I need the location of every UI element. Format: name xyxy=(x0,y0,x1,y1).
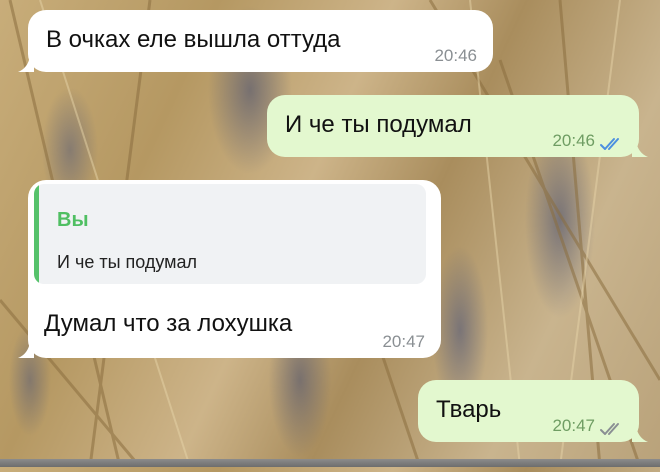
bubble-tail xyxy=(632,426,648,442)
message-text: В очках еле вышла оттуда xyxy=(46,26,341,53)
outgoing-message[interactable]: Тварь 20:47 xyxy=(418,380,639,442)
bubble-tail xyxy=(632,141,648,157)
reply-accent-bar xyxy=(34,184,39,284)
input-bar-edge xyxy=(0,459,660,467)
message-time: 20:46 xyxy=(552,127,625,155)
bubble-tail xyxy=(18,56,34,72)
message-text: Думал что за лохушка xyxy=(44,310,293,337)
time-label: 20:46 xyxy=(434,46,477,65)
incoming-message[interactable]: В очках еле вышла оттуда 20:46 xyxy=(28,10,493,72)
time-label: 20:46 xyxy=(552,131,595,150)
message-time: 20:47 xyxy=(552,412,625,440)
reply-quote[interactable]: Вы И че ты подумал xyxy=(34,184,426,284)
message-time: 20:47 xyxy=(382,328,425,356)
message-time: 20:46 xyxy=(434,42,477,70)
read-checkmarks-icon xyxy=(599,133,625,150)
reply-text: И че ты подумал xyxy=(57,252,198,272)
delivered-checkmarks-icon xyxy=(599,418,625,435)
reply-author: Вы xyxy=(57,209,89,231)
message-text: И че ты подумал xyxy=(285,111,472,138)
time-label: 20:47 xyxy=(552,416,595,435)
outgoing-message[interactable]: И че ты подумал 20:46 xyxy=(267,95,639,157)
message-text: Тварь xyxy=(436,396,502,423)
time-label: 20:47 xyxy=(382,332,425,351)
incoming-message-with-reply[interactable]: Вы И че ты подумал Думал что за лохушка … xyxy=(28,180,441,358)
bubble-tail xyxy=(18,342,34,358)
